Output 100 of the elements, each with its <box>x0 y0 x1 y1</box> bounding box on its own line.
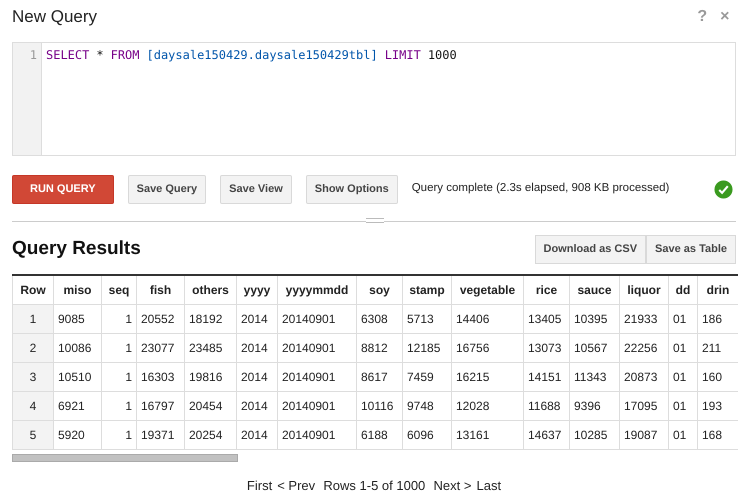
table-cell: 1 <box>102 420 136 449</box>
table-cell: 2014 <box>236 304 278 333</box>
table-cell: 9748 <box>402 391 452 420</box>
table-cell: 13405 <box>524 304 570 333</box>
table-cell: 16797 <box>136 391 184 420</box>
table-cell: 2014 <box>236 391 278 420</box>
table-cell: 20140901 <box>278 420 356 449</box>
status-text: Query complete (2.3s elapsed, 908 KB processed) <box>412 181 670 196</box>
table-cell: 20140901 <box>278 333 356 362</box>
column-header[interactable]: stamp <box>402 275 452 304</box>
table-cell: 10116 <box>356 391 402 420</box>
table-cell: 23077 <box>136 333 184 362</box>
toolbar-button[interactable]: Show Options <box>306 174 398 204</box>
row-number: 2 <box>12 333 54 362</box>
code-token: SELECT <box>46 47 90 64</box>
table-cell: 01 <box>668 304 698 333</box>
column-header[interactable]: drin <box>698 275 738 304</box>
code-token: [daysale150429.daysale150429tbl] <box>146 47 378 64</box>
table-cell: 19816 <box>184 362 236 391</box>
column-header[interactable]: soy <box>356 275 402 304</box>
table-cell: 2014 <box>236 362 278 391</box>
table-cell: 1 <box>102 391 136 420</box>
table-cell: 7459 <box>402 362 452 391</box>
table-cell: 19087 <box>620 420 668 449</box>
column-header[interactable]: dd <box>668 275 698 304</box>
row-number: 5 <box>12 420 54 449</box>
table-cell: 16756 <box>452 333 524 362</box>
table-cell: 10395 <box>570 304 620 333</box>
table-cell: 10510 <box>54 362 102 391</box>
toolbar-button[interactable]: Save View <box>220 174 292 204</box>
table-cell: 01 <box>668 420 698 449</box>
results-button[interactable]: Download as CSV <box>534 235 646 264</box>
table-cell: 1 <box>102 362 136 391</box>
run-query-button[interactable]: RUN QUERY <box>12 174 114 204</box>
column-header[interactable]: fish <box>136 275 184 304</box>
column-header[interactable]: yyyymmdd <box>278 275 356 304</box>
table-cell: 10285 <box>570 420 620 449</box>
table-cell: 20140901 <box>278 362 356 391</box>
code-editor[interactable]: 1 SELECT * FROM [daysale150429.daysale150429tbl] LIMIT 1000 <box>12 42 736 156</box>
next-link[interactable]: Next > <box>434 476 472 492</box>
first-link[interactable]: First <box>246 476 272 492</box>
code-token: FROM <box>110 47 140 64</box>
table-cell: 20254 <box>184 420 236 449</box>
table-cell: 11343 <box>570 362 620 391</box>
table-cell: 10567 <box>570 333 620 362</box>
code-token: 1000 <box>428 47 457 64</box>
table-cell: 01 <box>668 391 698 420</box>
table-cell: 13073 <box>524 333 570 362</box>
scrollbar-thumb[interactable] <box>12 454 238 462</box>
window-title: New Query <box>12 6 98 28</box>
column-header[interactable]: seq <box>102 275 136 304</box>
table-cell: 9396 <box>570 391 620 420</box>
row-number: 4 <box>12 391 54 420</box>
last-link[interactable]: Last <box>476 476 502 492</box>
table-cell: 6188 <box>356 420 402 449</box>
table-cell: 20552 <box>136 304 184 333</box>
table-cell: 14151 <box>524 362 570 391</box>
table-cell: 21933 <box>620 304 668 333</box>
table-cell: 23485 <box>184 333 236 362</box>
row-number: 1 <box>12 304 54 333</box>
table-cell: 19371 <box>136 420 184 449</box>
table-cell: 8617 <box>356 362 402 391</box>
table-cell: 20140901 <box>278 391 356 420</box>
column-header[interactable]: yyyy <box>236 275 278 304</box>
table-cell: 6308 <box>356 304 402 333</box>
section-title: Query Results <box>12 237 141 262</box>
table-cell: 18192 <box>184 304 236 333</box>
toolbar-button[interactable]: Save Query <box>128 174 206 204</box>
table-cell: 12028 <box>452 391 524 420</box>
table-cell: 14637 <box>524 420 570 449</box>
column-header[interactable]: sauce <box>570 275 620 304</box>
table-cell: 5920 <box>54 420 102 449</box>
column-header[interactable]: miso <box>54 275 102 304</box>
line-number: 1 <box>13 43 42 155</box>
code-token: LIMIT <box>384 47 421 64</box>
table-cell: 2014 <box>236 333 278 362</box>
table-cell: 12185 <box>402 333 452 362</box>
table-cell: 20454 <box>184 391 236 420</box>
table-cell: 9085 <box>54 304 102 333</box>
table-cell: 16215 <box>452 362 524 391</box>
column-header[interactable]: liquor <box>620 275 668 304</box>
table-cell: 8812 <box>356 333 402 362</box>
table-cell: 5713 <box>402 304 452 333</box>
column-header[interactable]: rice <box>524 275 570 304</box>
table-cell: 17095 <box>620 391 668 420</box>
table-cell: 11688 <box>524 391 570 420</box>
results-button[interactable]: Save as Table <box>646 235 736 264</box>
table-cell: 20140901 <box>278 304 356 333</box>
prev-link[interactable]: < Prev <box>277 476 316 492</box>
table-cell: 1 <box>102 333 136 362</box>
column-header[interactable]: others <box>184 275 236 304</box>
column-header[interactable]: vegetable <box>452 275 524 304</box>
table-cell: 16303 <box>136 362 184 391</box>
table-cell: 01 <box>668 333 698 362</box>
table-cell: 6096 <box>402 420 452 449</box>
table-cell: 13161 <box>452 420 524 449</box>
table-cell: 2014 <box>236 420 278 449</box>
table-cell: 20873 <box>620 362 668 391</box>
table-cell: 10086 <box>54 333 102 362</box>
row-number: 3 <box>12 362 54 391</box>
